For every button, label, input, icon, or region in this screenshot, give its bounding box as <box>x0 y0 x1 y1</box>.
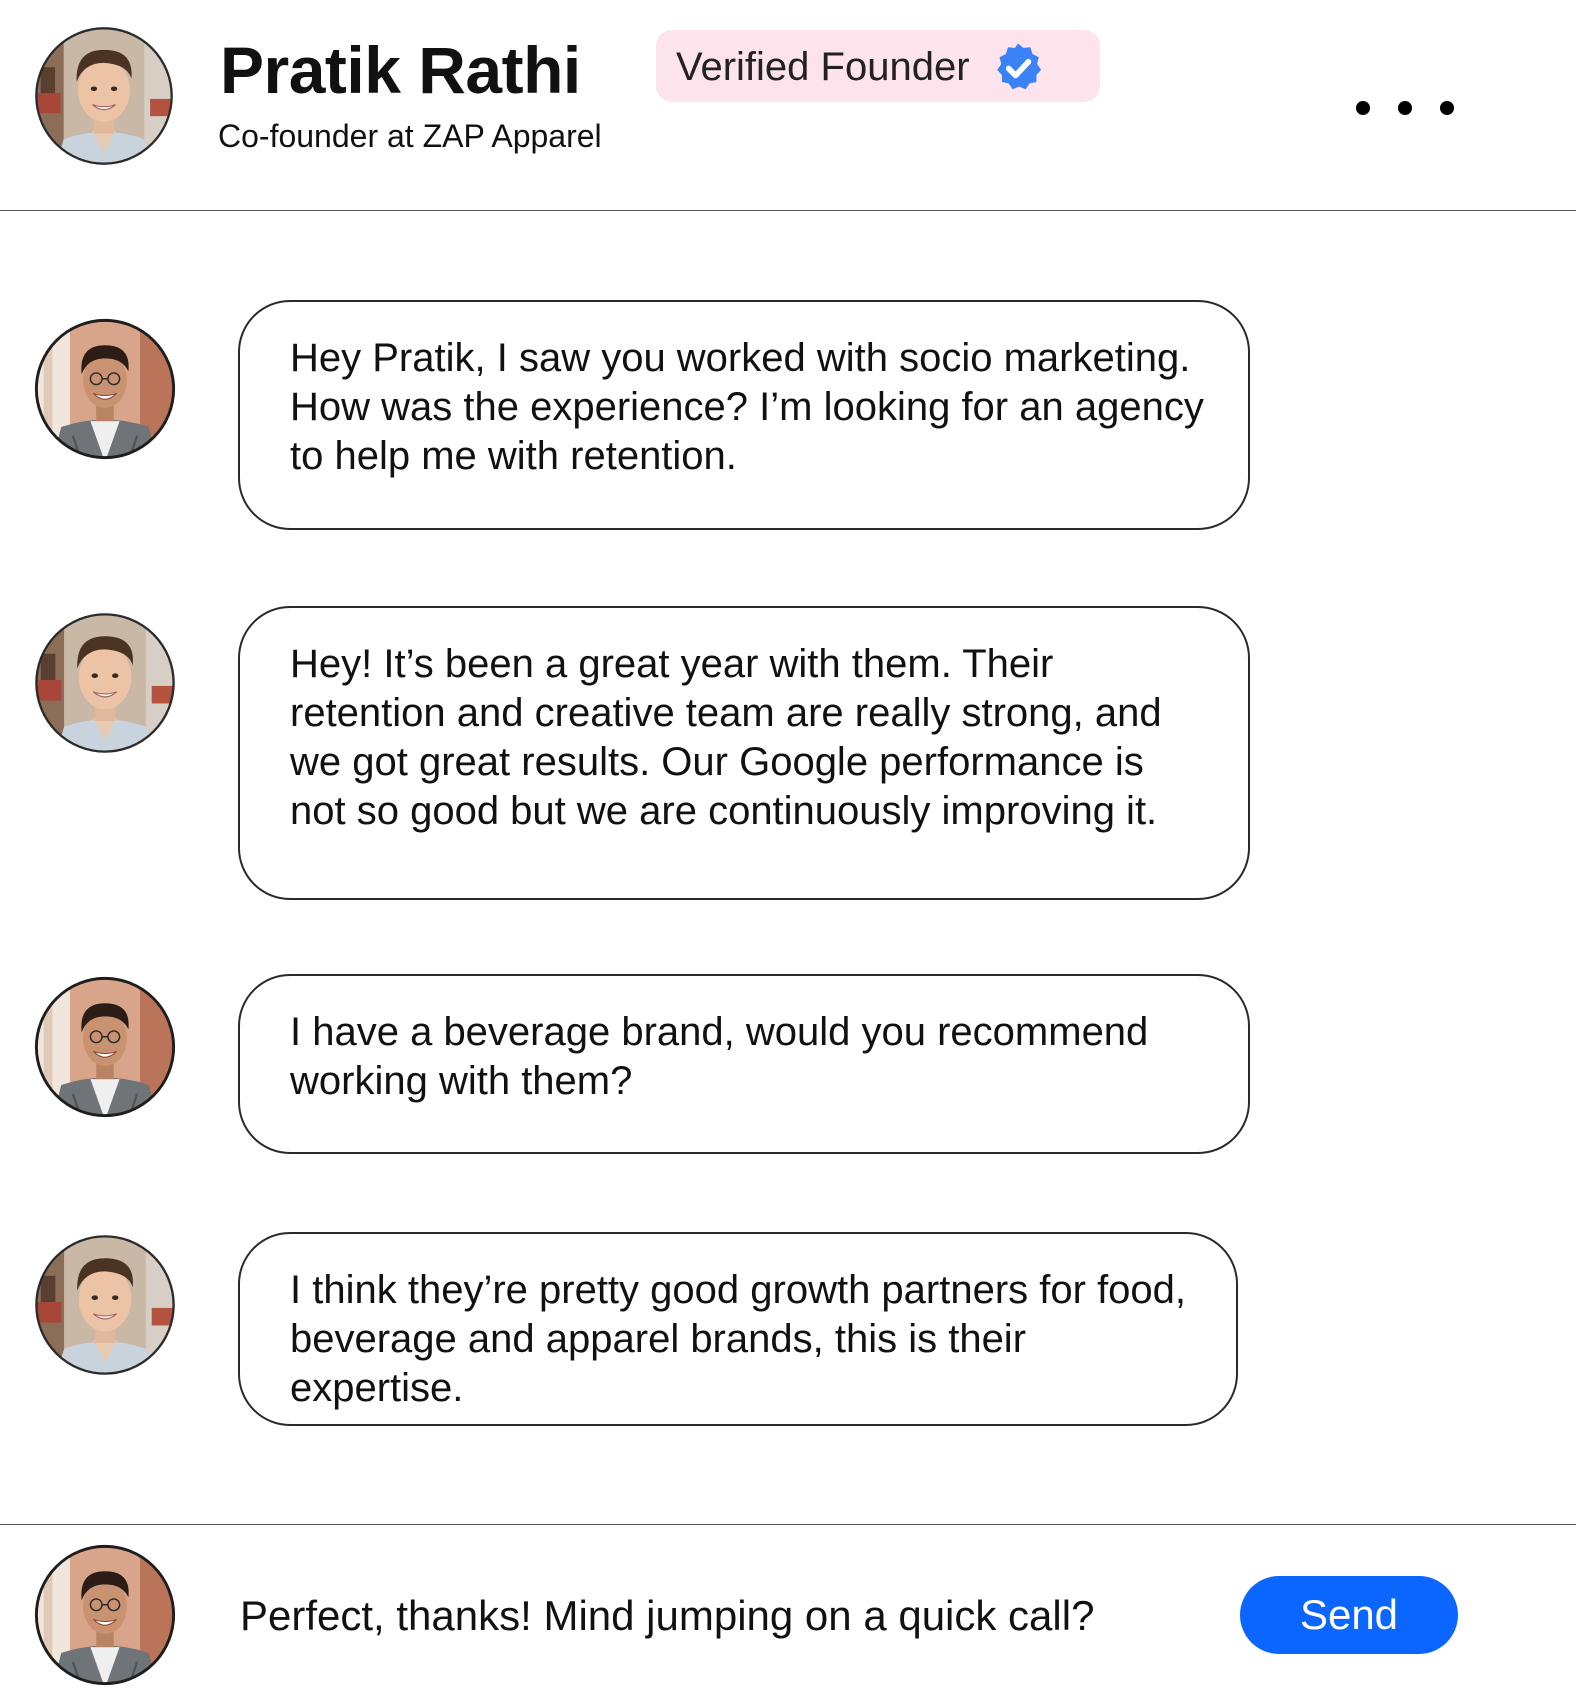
user-avatar[interactable] <box>32 1542 178 1688</box>
message-bubble: I think they’re pretty good growth partn… <box>238 1232 1238 1426</box>
founder-avatar[interactable] <box>32 24 176 168</box>
message-text: I have a beverage brand, would you recom… <box>290 1010 1149 1103</box>
user-avatar[interactable] <box>32 974 178 1120</box>
profile-subtitle: Co-founder at ZAP Apparel <box>218 118 602 154</box>
profile-name[interactable]: Pratik Rathi <box>220 30 581 110</box>
message-bubble: I have a beverage brand, would you recom… <box>238 974 1250 1154</box>
user-avatar[interactable] <box>32 316 178 462</box>
verified-check-icon <box>990 40 1046 96</box>
composer-divider <box>0 1524 1576 1525</box>
message-text: I think they’re pretty good growth partn… <box>290 1268 1187 1410</box>
message-bubble: Hey! It’s been a great year with them. T… <box>238 606 1250 900</box>
more-options-button[interactable] <box>1336 80 1468 136</box>
send-button[interactable]: Send <box>1240 1576 1458 1654</box>
chat-header: Pratik Rathi Co-founder at ZAP Apparel V… <box>0 0 1576 212</box>
message-text: Hey! It’s been a great year with them. T… <box>290 642 1162 833</box>
verified-badge: Verified Founder <box>656 30 1100 102</box>
founder-avatar[interactable] <box>32 1232 178 1378</box>
message-bubble: Hey Pratik, I saw you worked with socio … <box>238 300 1250 530</box>
message-input[interactable] <box>230 1580 1210 1652</box>
message-text: Hey Pratik, I saw you worked with socio … <box>290 336 1204 478</box>
founder-avatar[interactable] <box>32 610 178 756</box>
more-dots-icon <box>1356 101 1370 115</box>
header-divider <box>0 210 1576 211</box>
badge-label: Verified Founder <box>676 45 970 89</box>
